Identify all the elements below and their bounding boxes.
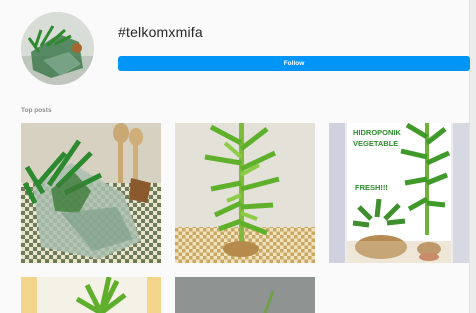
ad-line-1: HIDROPONIK bbox=[353, 128, 401, 137]
post-thumbnail[interactable] bbox=[175, 123, 315, 263]
hashtag-title: #telkomxmifa bbox=[118, 24, 203, 40]
ad-headline: HIDROPONIK VEGETABLE bbox=[353, 128, 401, 150]
post-thumbnail[interactable] bbox=[21, 123, 161, 263]
post-thumbnail[interactable]: HIDROPONIK VEGETABLE FRESH!!! bbox=[329, 123, 469, 263]
scrollbar-track[interactable] bbox=[469, 0, 476, 313]
top-posts-label: Top posts bbox=[21, 107, 52, 114]
ad-fresh-text: FRESH!!! bbox=[355, 183, 388, 192]
hashtag-avatar bbox=[21, 12, 94, 85]
post-thumbnail[interactable] bbox=[175, 277, 315, 313]
post-thumbnail[interactable] bbox=[21, 277, 161, 313]
ad-line-2: VEGETABLE bbox=[353, 138, 399, 148]
follow-button[interactable]: Follow bbox=[118, 56, 470, 71]
